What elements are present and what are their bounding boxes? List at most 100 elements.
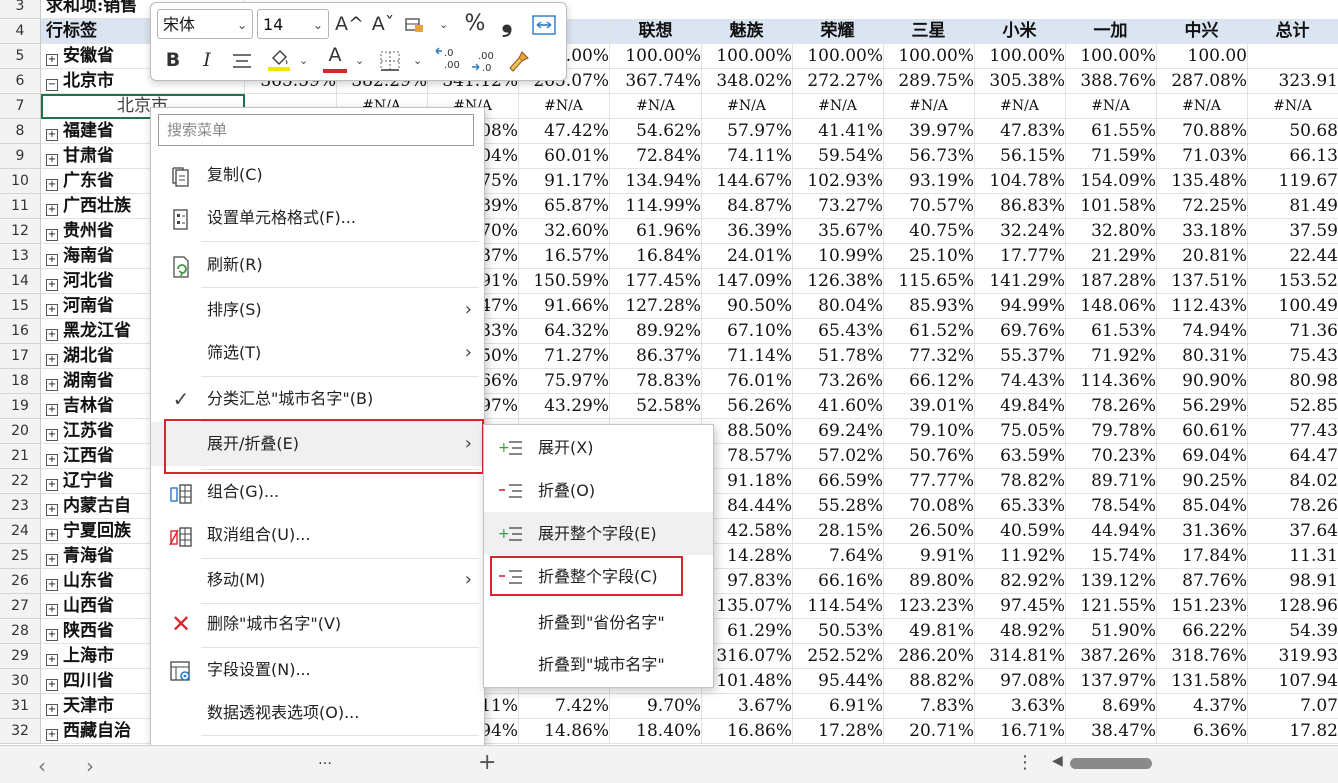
value-cell[interactable]: 252.52% [792, 644, 884, 669]
value-cell[interactable]: 102.93% [792, 169, 884, 194]
value-cell[interactable]: 71.36 [1247, 319, 1338, 344]
value-cell[interactable]: 17.84% [1156, 544, 1248, 569]
menu-item-group[interactable]: 组合(G)... [151, 470, 484, 514]
expand-toggle-icon[interactable]: + [46, 604, 58, 616]
row-number[interactable]: 16 [0, 319, 41, 344]
font-name-select[interactable]: 宋体 ⌄ [157, 9, 253, 39]
value-cell[interactable]: 55.37% [974, 344, 1066, 369]
row-number[interactable]: 13 [0, 244, 41, 269]
value-cell[interactable]: #N/A [1065, 94, 1157, 119]
row-number[interactable]: 25 [0, 544, 41, 569]
value-cell[interactable]: 56.26% [701, 394, 793, 419]
value-cell[interactable]: 289.75% [883, 69, 975, 94]
row-number[interactable]: 20 [0, 419, 41, 444]
value-cell[interactable]: 76.01% [701, 369, 793, 394]
chevron-down-icon[interactable]: ⌄ [413, 54, 422, 67]
value-cell[interactable]: 348.02% [701, 69, 793, 94]
value-cell[interactable]: 22.44 [1247, 244, 1338, 269]
value-cell[interactable]: 114.99% [610, 194, 702, 219]
font-size-select[interactable]: 14 ⌄ [257, 9, 329, 39]
value-cell[interactable]: 64.47 [1247, 444, 1338, 469]
row-number[interactable]: 22 [0, 469, 41, 494]
value-cell[interactable]: 15.74% [1065, 544, 1157, 569]
value-cell[interactable]: 32.80% [1065, 219, 1157, 244]
submenu-item-expand-entire-field[interactable]: + 展开整个字段(E) [484, 512, 713, 555]
value-cell[interactable]: 64.32% [518, 319, 610, 344]
value-cell[interactable]: 101.48% [701, 669, 793, 694]
value-cell[interactable]: 91.17% [518, 169, 610, 194]
value-cell[interactable]: 148.06% [1065, 294, 1157, 319]
value-cell[interactable]: 89.92% [610, 319, 702, 344]
value-cell[interactable]: 121.55% [1065, 594, 1157, 619]
value-cell[interactable]: 319.93 [1247, 644, 1338, 669]
value-cell[interactable]: 18.40% [610, 719, 702, 744]
value-cell[interactable]: 7.83% [883, 694, 975, 719]
value-cell[interactable]: 71.27% [518, 344, 610, 369]
menu-item-subtotal[interactable]: ✓ 分类汇总"城市名字"(B) [151, 377, 484, 421]
value-cell[interactable]: 52.58% [610, 394, 702, 419]
more-options-icon[interactable]: ⋮ [1016, 752, 1034, 773]
value-cell[interactable]: #N/A [610, 94, 702, 119]
expand-toggle-icon[interactable]: + [46, 204, 58, 216]
value-cell[interactable]: 127.28% [610, 294, 702, 319]
value-cell[interactable]: 95.44% [792, 669, 884, 694]
value-cell[interactable]: 79.10% [883, 419, 975, 444]
value-cell[interactable]: 90.25% [1156, 469, 1248, 494]
expand-toggle-icon[interactable]: + [46, 454, 58, 466]
value-cell[interactable]: 69.76% [974, 319, 1066, 344]
value-cell[interactable]: 154.09% [1065, 169, 1157, 194]
value-cell[interactable]: 43.29% [518, 394, 610, 419]
value-cell[interactable]: 28.15% [792, 519, 884, 544]
value-cell[interactable]: 71.14% [701, 344, 793, 369]
expand-toggle-icon[interactable]: + [46, 629, 58, 641]
expand-toggle-icon[interactable]: + [46, 179, 58, 191]
value-cell[interactable]: 33.18% [1156, 219, 1248, 244]
value-cell[interactable]: 100.00% [792, 44, 884, 69]
submenu-item-expand[interactable]: + 展开(X) [484, 426, 713, 469]
value-cell[interactable]: 25.10% [883, 244, 975, 269]
wrap-text-icon[interactable] [529, 9, 559, 39]
value-cell[interactable]: 94.99% [974, 294, 1066, 319]
column-header-cell[interactable]: 联想 [610, 19, 702, 44]
value-cell[interactable]: 139.12% [1065, 569, 1157, 594]
value-cell[interactable]: 123.23% [883, 594, 975, 619]
value-cell[interactable]: 91.18% [701, 469, 793, 494]
expand-toggle-icon[interactable]: + [46, 679, 58, 691]
row-number[interactable]: 18 [0, 369, 41, 394]
value-cell[interactable]: 144.67% [701, 169, 793, 194]
value-cell[interactable]: 55.28% [792, 494, 884, 519]
value-cell[interactable]: 61.29% [701, 619, 793, 644]
value-cell[interactable]: 82.92% [974, 569, 1066, 594]
increase-decimal-icon[interactable]: .0.00 [433, 45, 463, 71]
value-cell[interactable]: 41.60% [792, 394, 884, 419]
value-cell[interactable]: #N/A [974, 94, 1066, 119]
menu-item-copy[interactable]: 复制(C) [151, 153, 484, 197]
value-cell[interactable]: 70.08% [883, 494, 975, 519]
value-cell[interactable]: 54.62% [610, 119, 702, 144]
expand-toggle-icon[interactable]: + [46, 704, 58, 716]
value-cell[interactable]: 100.00% [883, 44, 975, 69]
add-sheet-button[interactable]: + [478, 750, 496, 775]
value-cell[interactable]: 51.78% [792, 344, 884, 369]
value-cell[interactable]: 177.45% [610, 269, 702, 294]
italic-button[interactable]: I [195, 45, 219, 75]
value-cell[interactable]: 14.86% [518, 719, 610, 744]
value-cell[interactable]: 56.73% [883, 144, 975, 169]
value-cell[interactable]: 90.90% [1156, 369, 1248, 394]
expand-toggle-icon[interactable]: + [46, 329, 58, 341]
row-number[interactable]: 9 [0, 144, 41, 169]
value-cell[interactable]: 89.71% [1065, 469, 1157, 494]
expand-toggle-icon[interactable]: + [46, 379, 58, 391]
value-cell[interactable]: 318.76% [1156, 644, 1248, 669]
value-cell[interactable]: 61.52% [883, 319, 975, 344]
row-number[interactable]: 29 [0, 644, 41, 669]
row-number[interactable]: 23 [0, 494, 41, 519]
expand-toggle-icon[interactable]: + [46, 279, 58, 291]
value-cell[interactable]: 88.82% [883, 669, 975, 694]
value-cell[interactable]: 126.38% [792, 269, 884, 294]
value-cell[interactable]: 75.05% [974, 419, 1066, 444]
value-cell[interactable]: #N/A [1247, 94, 1338, 119]
row-number[interactable]: 26 [0, 569, 41, 594]
value-cell[interactable]: 66.59% [792, 469, 884, 494]
menu-item-pivot-options[interactable]: 数据透视表选项(O)... [151, 691, 484, 735]
